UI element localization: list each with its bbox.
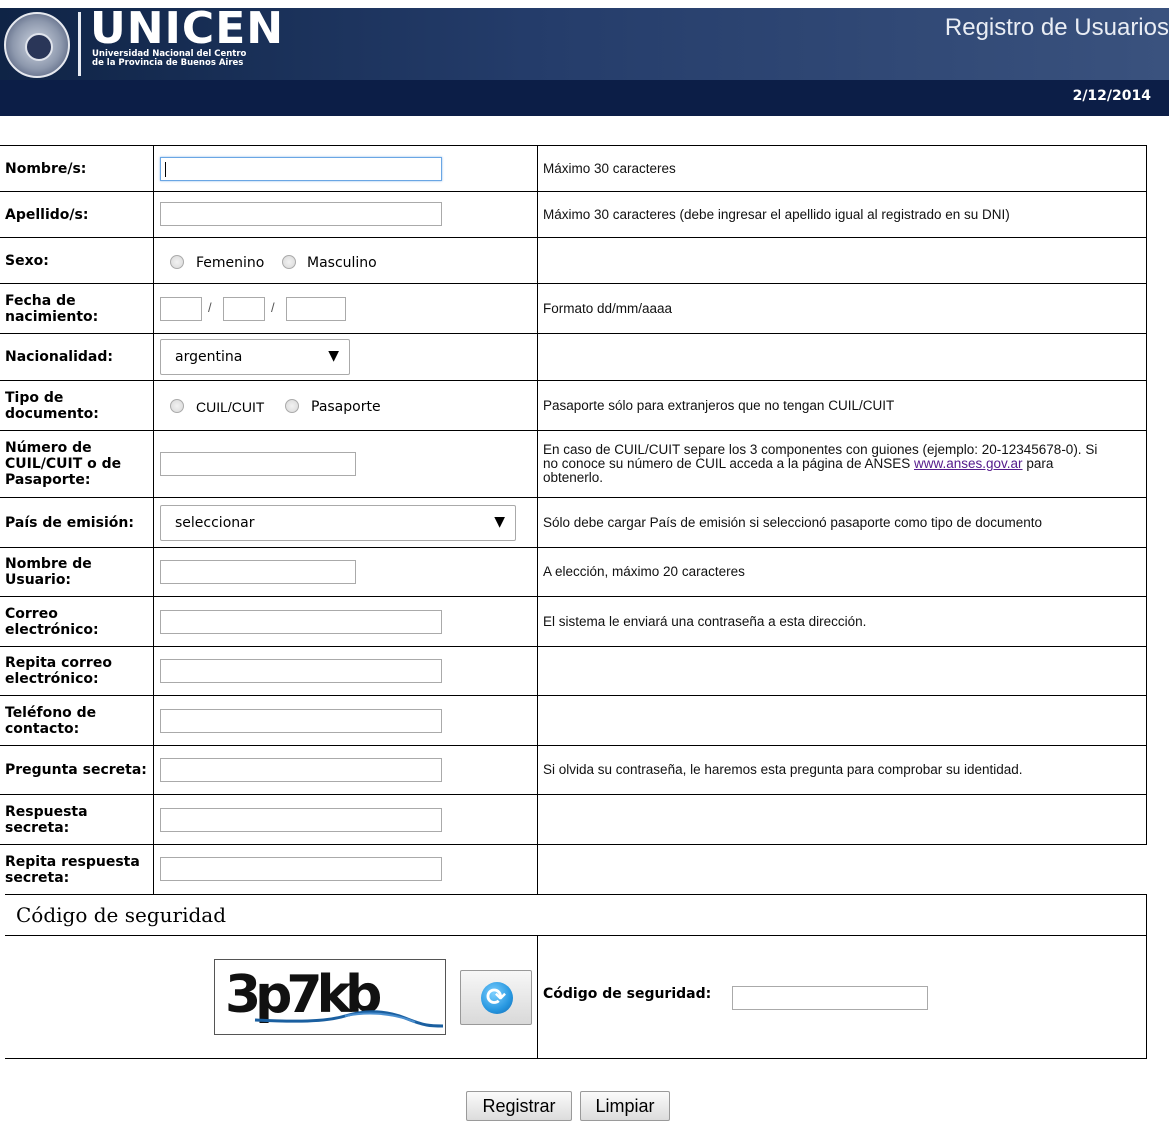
chevron-down-icon: ▼ <box>494 514 505 530</box>
correo2-label: Repita correo electrónico: <box>5 655 112 687</box>
telefono-input[interactable] <box>160 709 442 733</box>
usuario-help: A elección, máximo 20 caracteres <box>543 564 745 579</box>
femenino-label: Femenino <box>196 255 265 271</box>
row-nombre: Nombre/s: Máximo 30 caracteres <box>0 145 1147 192</box>
row-sexo: Sexo: Femenino Masculino <box>0 238 1147 284</box>
registrar-button[interactable]: Registrar <box>466 1091 572 1121</box>
captcha-column-divider <box>537 935 538 1059</box>
numero-doc-label: Número de CUIL/CUIT o de Pasaporte: <box>5 440 122 488</box>
captcha-graphic: 3p7kb <box>225 965 444 1028</box>
university-seal-icon <box>4 12 70 78</box>
row-correo: Correo electrónico: El sistema le enviar… <box>0 597 1147 647</box>
row-fecha: Fecha de nacimiento: / / Formato dd/mm/a… <box>0 284 1147 334</box>
pregunta-input[interactable] <box>160 758 442 782</box>
page-header: UNICEN Universidad Nacional del Centro d… <box>0 0 1169 116</box>
row-correo-repetir: Repita correo electrónico: <box>0 647 1147 696</box>
apellido-label: Apellido/s: <box>5 206 89 223</box>
cuil-radio[interactable] <box>170 399 184 413</box>
masculino-radio[interactable] <box>282 255 296 269</box>
fecha-separator-1: / <box>208 300 212 315</box>
captcha-divider <box>5 935 1147 936</box>
cuil-label: CUIL/CUIT <box>196 399 265 415</box>
logo-subtitle: Universidad Nacional del Centro de la Pr… <box>92 50 246 68</box>
respuesta-label: Respuesta secreta: <box>5 803 88 836</box>
respuesta2-input[interactable] <box>160 857 442 881</box>
header-date-bar <box>0 80 1169 116</box>
pais-emision-selected: seleccionar <box>175 515 255 531</box>
captcha-input[interactable] <box>732 986 928 1010</box>
respuesta-input[interactable] <box>160 808 442 832</box>
row-apellido: Apellido/s: Máximo 30 caracteres (debe i… <box>0 192 1147 238</box>
correo-help: El sistema le enviará una contraseña a e… <box>543 613 867 629</box>
row-respuesta: Respuesta secreta: <box>0 795 1147 845</box>
logo-name: UNICEN <box>90 3 285 54</box>
row-respuesta-repetir: Repita respuesta secreta: <box>0 845 1147 894</box>
logo-subtitle-line-2: de la Provincia de Buenos Aires <box>92 58 244 68</box>
refresh-icon <box>481 982 513 1014</box>
correo2-input[interactable] <box>160 659 442 683</box>
nacionalidad-label: Nacionalidad: <box>5 349 113 365</box>
anses-link[interactable]: www.anses.gov.ar <box>914 456 1023 471</box>
numero-doc-help: En caso de CUIL/CUIT separe los 3 compon… <box>543 431 1103 497</box>
nombre-input[interactable] <box>160 157 442 181</box>
fecha-label: Fecha de nacimiento: <box>5 292 99 325</box>
refresh-captcha-button[interactable] <box>460 970 532 1025</box>
fecha-separator-2: / <box>271 300 275 315</box>
apellido-help: Máximo 30 caracteres (debe ingresar el a… <box>543 206 1010 222</box>
pais-emision-help: Sólo debe cargar País de emisión si sele… <box>543 514 1043 530</box>
pasaporte-radio[interactable] <box>285 399 299 413</box>
row-numero-documento: Número de CUIL/CUIT o de Pasaporte: En c… <box>0 431 1147 498</box>
row-usuario: Nombre de Usuario: A elección, máximo 20… <box>0 548 1147 597</box>
nombre-label: Nombre/s: <box>5 160 87 177</box>
row-pregunta: Pregunta secreta: Si olvida su contraseñ… <box>0 746 1147 795</box>
pregunta-help: Si olvida su contraseña, le haremos esta… <box>543 762 1023 777</box>
pais-emision-select[interactable]: seleccionar ▼ <box>160 505 516 541</box>
correo-input[interactable] <box>160 610 442 634</box>
row-telefono: Teléfono de contacto: <box>0 696 1147 746</box>
pasaporte-label: Pasaporte <box>311 399 381 415</box>
captcha-text: 3p7kb <box>225 965 380 1025</box>
femenino-radio[interactable] <box>170 255 184 269</box>
captcha-image: 3p7kb <box>214 959 446 1035</box>
fecha-mes-input[interactable] <box>223 297 265 321</box>
usuario-input[interactable] <box>160 560 356 584</box>
apellido-input[interactable] <box>160 202 442 226</box>
fecha-anio-input[interactable] <box>286 297 346 321</box>
correo-label: Correo electrónico: <box>5 605 99 638</box>
current-date: 2/12/2014 <box>1072 88 1151 104</box>
telefono-label: Teléfono de contacto: <box>5 704 97 737</box>
row-pais-emision: País de emisión: seleccionar ▼ Sólo debe… <box>0 498 1147 548</box>
nacionalidad-selected: argentina <box>175 349 243 365</box>
row-tipo-documento: Tipo de documento: CUIL/CUIT Pasaporte P… <box>0 381 1147 431</box>
tipo-doc-label: Tipo de documento: <box>5 389 99 422</box>
respuesta2-label: Repita respuesta secreta: <box>5 853 140 886</box>
pais-emision-label: País de emisión: <box>5 514 134 531</box>
limpiar-button[interactable]: Limpiar <box>580 1091 670 1121</box>
pregunta-label: Pregunta secreta: <box>5 762 147 778</box>
fecha-dia-input[interactable] <box>160 297 202 321</box>
masculino-label: Masculino <box>307 255 377 271</box>
captcha-label: Código de seguridad: <box>543 986 712 1002</box>
nombre-help: Máximo 30 caracteres <box>543 160 676 176</box>
logo-divider <box>78 12 81 76</box>
sexo-label: Sexo: <box>5 252 49 269</box>
row-nacionalidad: Nacionalidad: argentina ▼ <box>0 334 1147 381</box>
chevron-down-icon: ▼ <box>328 348 339 364</box>
tipo-doc-help: Pasaporte sólo para extranjeros que no t… <box>543 397 895 413</box>
fecha-help: Formato dd/mm/aaaa <box>543 300 673 316</box>
usuario-label: Nombre de Usuario: <box>5 556 92 588</box>
nacionalidad-select[interactable]: argentina ▼ <box>160 339 350 375</box>
page-title: Registro de Usuarios <box>944 14 1169 41</box>
numero-doc-input[interactable] <box>160 452 356 476</box>
captcha-legend: Código de seguridad <box>16 903 227 927</box>
